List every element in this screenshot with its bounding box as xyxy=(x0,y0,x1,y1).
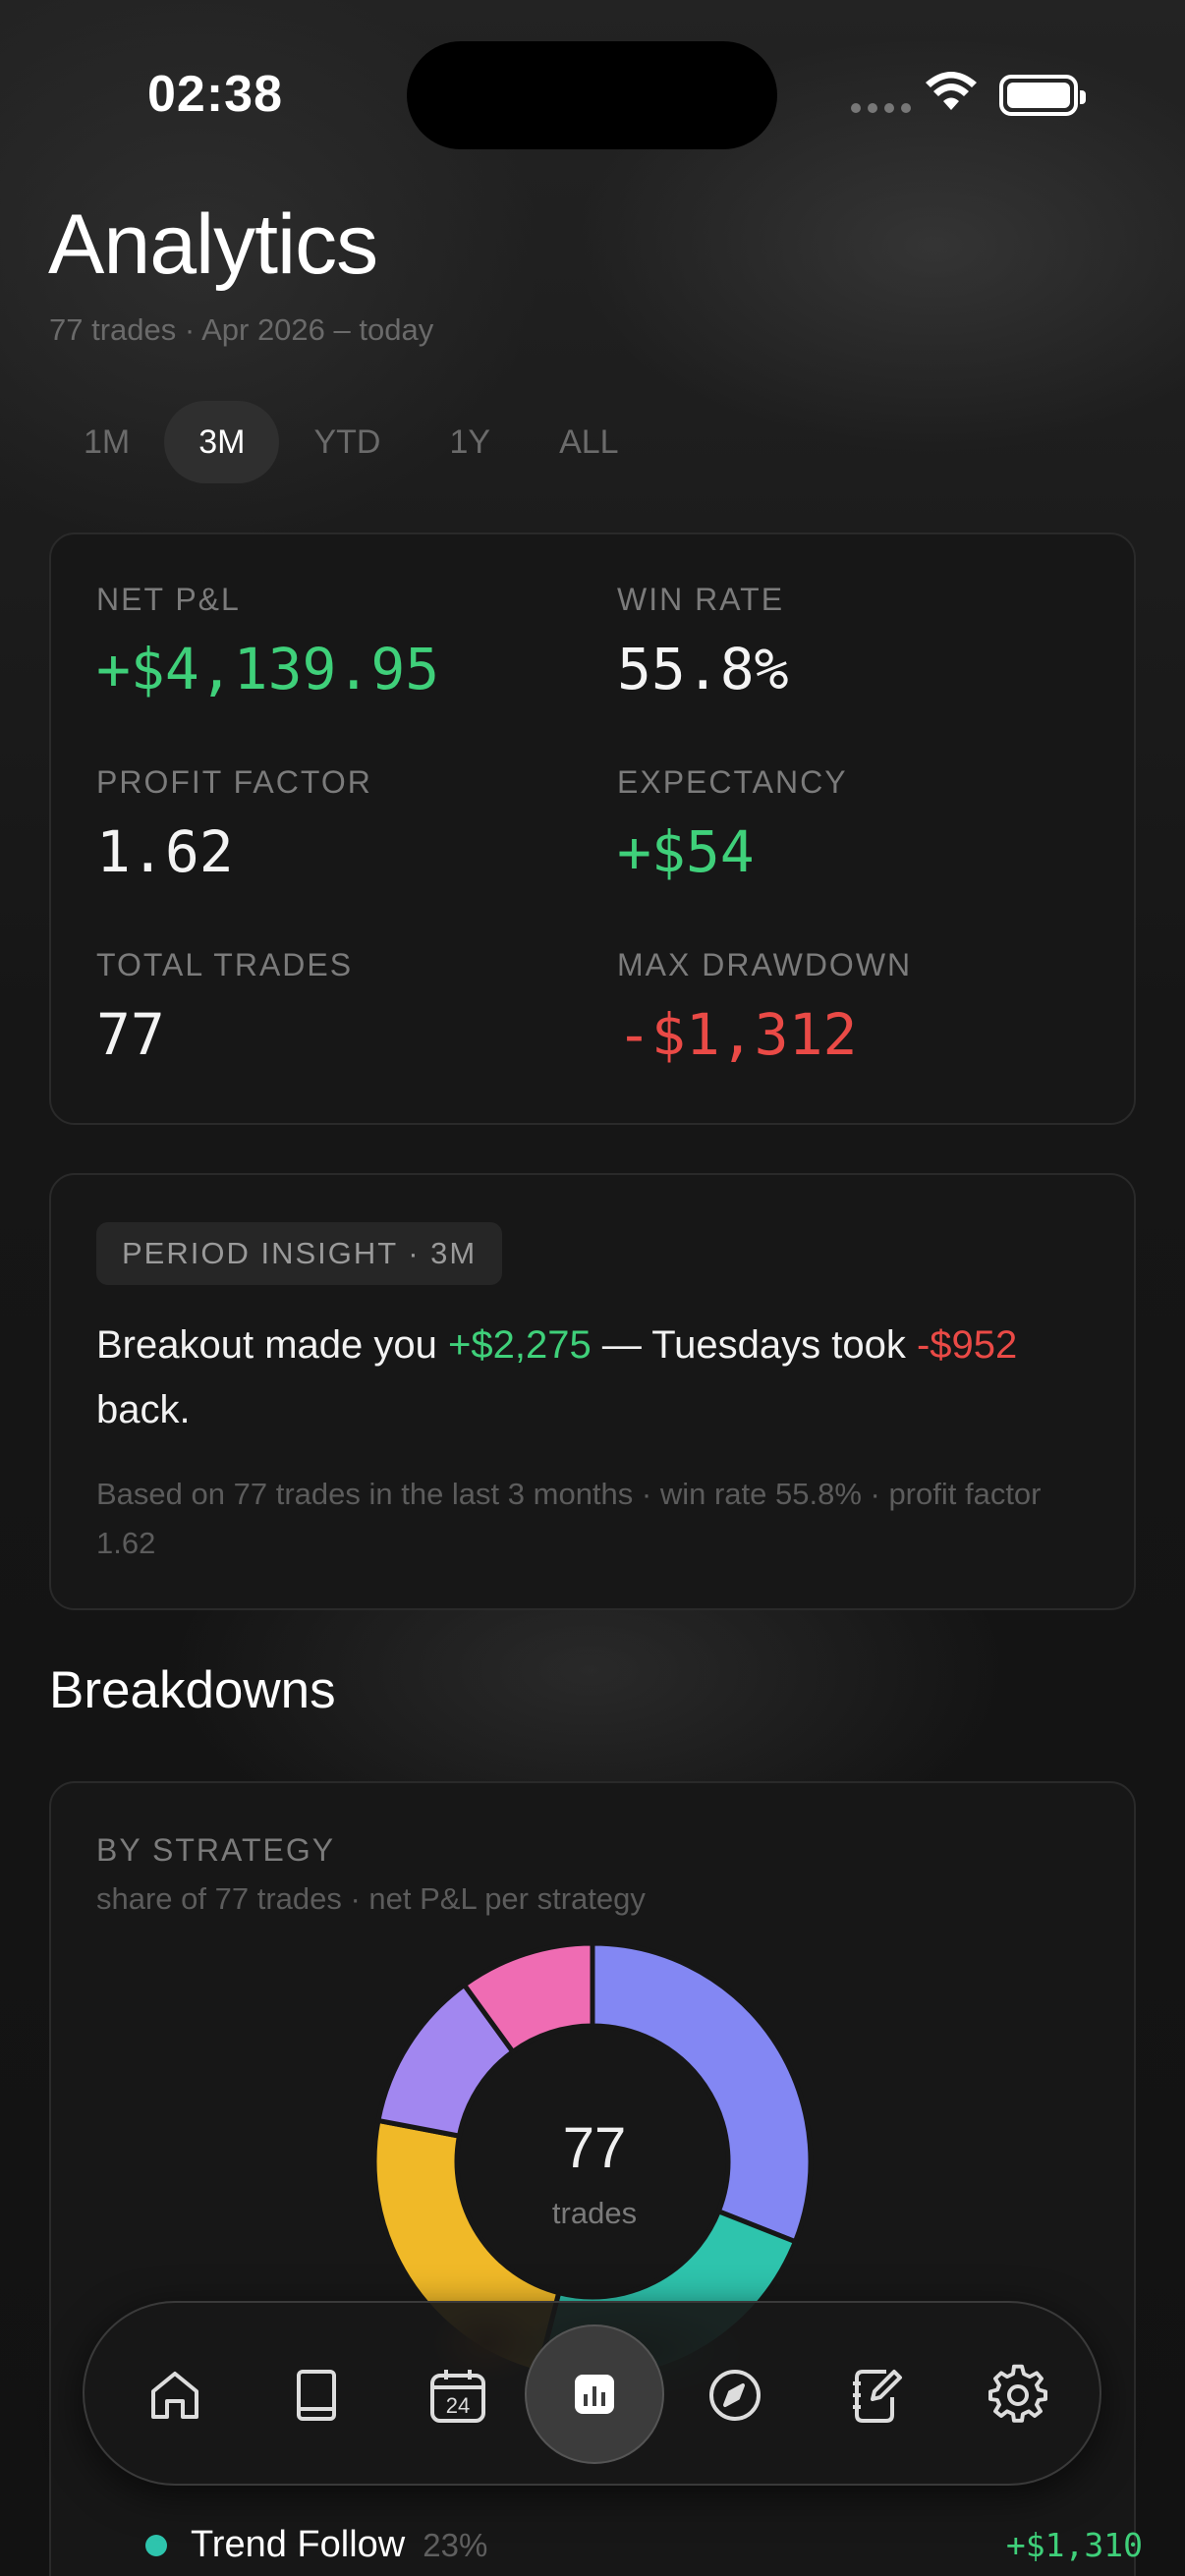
insight-headline: Breakout made you +$2,275 — Tuesdays too… xyxy=(96,1313,1089,1442)
tab-home[interactable] xyxy=(134,2354,216,2436)
gear-icon xyxy=(988,2364,1047,2423)
stat-net-pl: NET P&L +$4,139.95 xyxy=(96,582,439,702)
period-selector: 1M 3M YTD 1Y ALL xyxy=(49,401,653,483)
period-3m[interactable]: 3M xyxy=(164,401,280,483)
insight-pill: PERIOD INSIGHT · 3M xyxy=(96,1222,503,1285)
stat-value: 55.8% xyxy=(617,636,789,702)
stats-card: NET P&L +$4,139.95 WIN RATE 55.8% PROFIT… xyxy=(49,532,1136,1125)
dynamic-island xyxy=(407,41,777,149)
chart-icon xyxy=(575,2375,614,2414)
stat-label: MAX DRAWDOWN xyxy=(617,947,913,982)
donut-center-label: trades xyxy=(551,2196,638,2230)
compass-icon xyxy=(709,2370,761,2421)
stat-max-drawdown: MAX DRAWDOWN -$1,312 xyxy=(617,947,912,1068)
insight-loss: -$952 xyxy=(916,1323,1018,1367)
signal-icon xyxy=(851,103,911,113)
period-all[interactable]: ALL xyxy=(525,401,653,483)
strategy-name: Trend Follow xyxy=(191,2524,406,2565)
stat-label: TOTAL TRADES xyxy=(96,947,354,982)
stat-total-trades: TOTAL TRADES 77 xyxy=(96,947,353,1068)
stat-label: PROFIT FACTOR xyxy=(96,764,372,800)
wifi-icon xyxy=(926,72,977,110)
page-title: Analytics xyxy=(48,197,378,292)
stat-value: +$54 xyxy=(617,818,755,885)
notebook-edit-icon xyxy=(853,2370,902,2423)
stat-value: +$4,139.95 xyxy=(96,636,440,702)
donut-center-value: 77 xyxy=(562,2116,627,2180)
stat-value: -$1,312 xyxy=(617,1001,858,1068)
strategy-amount: +$1,310 xyxy=(1005,2526,1143,2564)
tab-explore[interactable] xyxy=(694,2354,776,2436)
tab-notes[interactable] xyxy=(835,2354,918,2436)
stat-label: NET P&L xyxy=(96,582,241,617)
strategy-subtitle: share of 77 trades · net P&L per strateg… xyxy=(96,1881,646,1916)
page-subtitle: 77 trades · Apr 2026 – today xyxy=(49,312,434,347)
svg-text:24: 24 xyxy=(446,2393,470,2418)
tab-journal[interactable] xyxy=(275,2354,358,2436)
period-ytd[interactable]: YTD xyxy=(279,401,415,483)
period-1m[interactable]: 1M xyxy=(49,401,164,483)
insight-gain: +$2,275 xyxy=(448,1323,592,1367)
strategy-share: 23% xyxy=(423,2526,488,2563)
insight-text: Breakout made you xyxy=(96,1323,448,1367)
status-bar: 02:38 xyxy=(0,0,1185,196)
insight-text: — Tuesdays took xyxy=(591,1323,917,1367)
insight-card: PERIOD INSIGHT · 3M Breakout made you +$… xyxy=(49,1173,1136,1610)
status-time: 02:38 xyxy=(147,66,283,123)
legend-dot xyxy=(145,2534,167,2556)
stat-expectancy: EXPECTANCY +$54 xyxy=(617,764,848,885)
calendar-icon: 24 xyxy=(430,2370,485,2423)
book-icon xyxy=(297,2370,336,2421)
tab-bar: 24 xyxy=(83,2301,1101,2486)
stat-value: 77 xyxy=(96,1001,165,1068)
tab-calendar[interactable]: 24 xyxy=(417,2354,499,2436)
insight-text: back. xyxy=(96,1388,191,1431)
period-1y[interactable]: 1Y xyxy=(415,401,525,483)
list-item[interactable]: Trend Follow 23% +$1,310 xyxy=(145,2524,1143,2566)
stat-label: WIN RATE xyxy=(617,582,785,617)
section-title: Breakdowns xyxy=(49,1661,336,1719)
battery-icon xyxy=(999,75,1086,116)
tab-settings[interactable] xyxy=(977,2354,1059,2436)
stat-label: EXPECTANCY xyxy=(617,764,848,800)
stat-value: 1.62 xyxy=(96,818,234,885)
strategy-label: BY STRATEGY xyxy=(96,1832,336,1868)
stat-profit-factor: PROFIT FACTOR 1.62 xyxy=(96,764,372,885)
tab-analytics[interactable] xyxy=(525,2324,664,2464)
home-icon xyxy=(151,2372,198,2419)
stat-win-rate: WIN RATE 55.8% xyxy=(617,582,789,702)
insight-note: Based on 77 trades in the last 3 months … xyxy=(96,1477,1042,1560)
